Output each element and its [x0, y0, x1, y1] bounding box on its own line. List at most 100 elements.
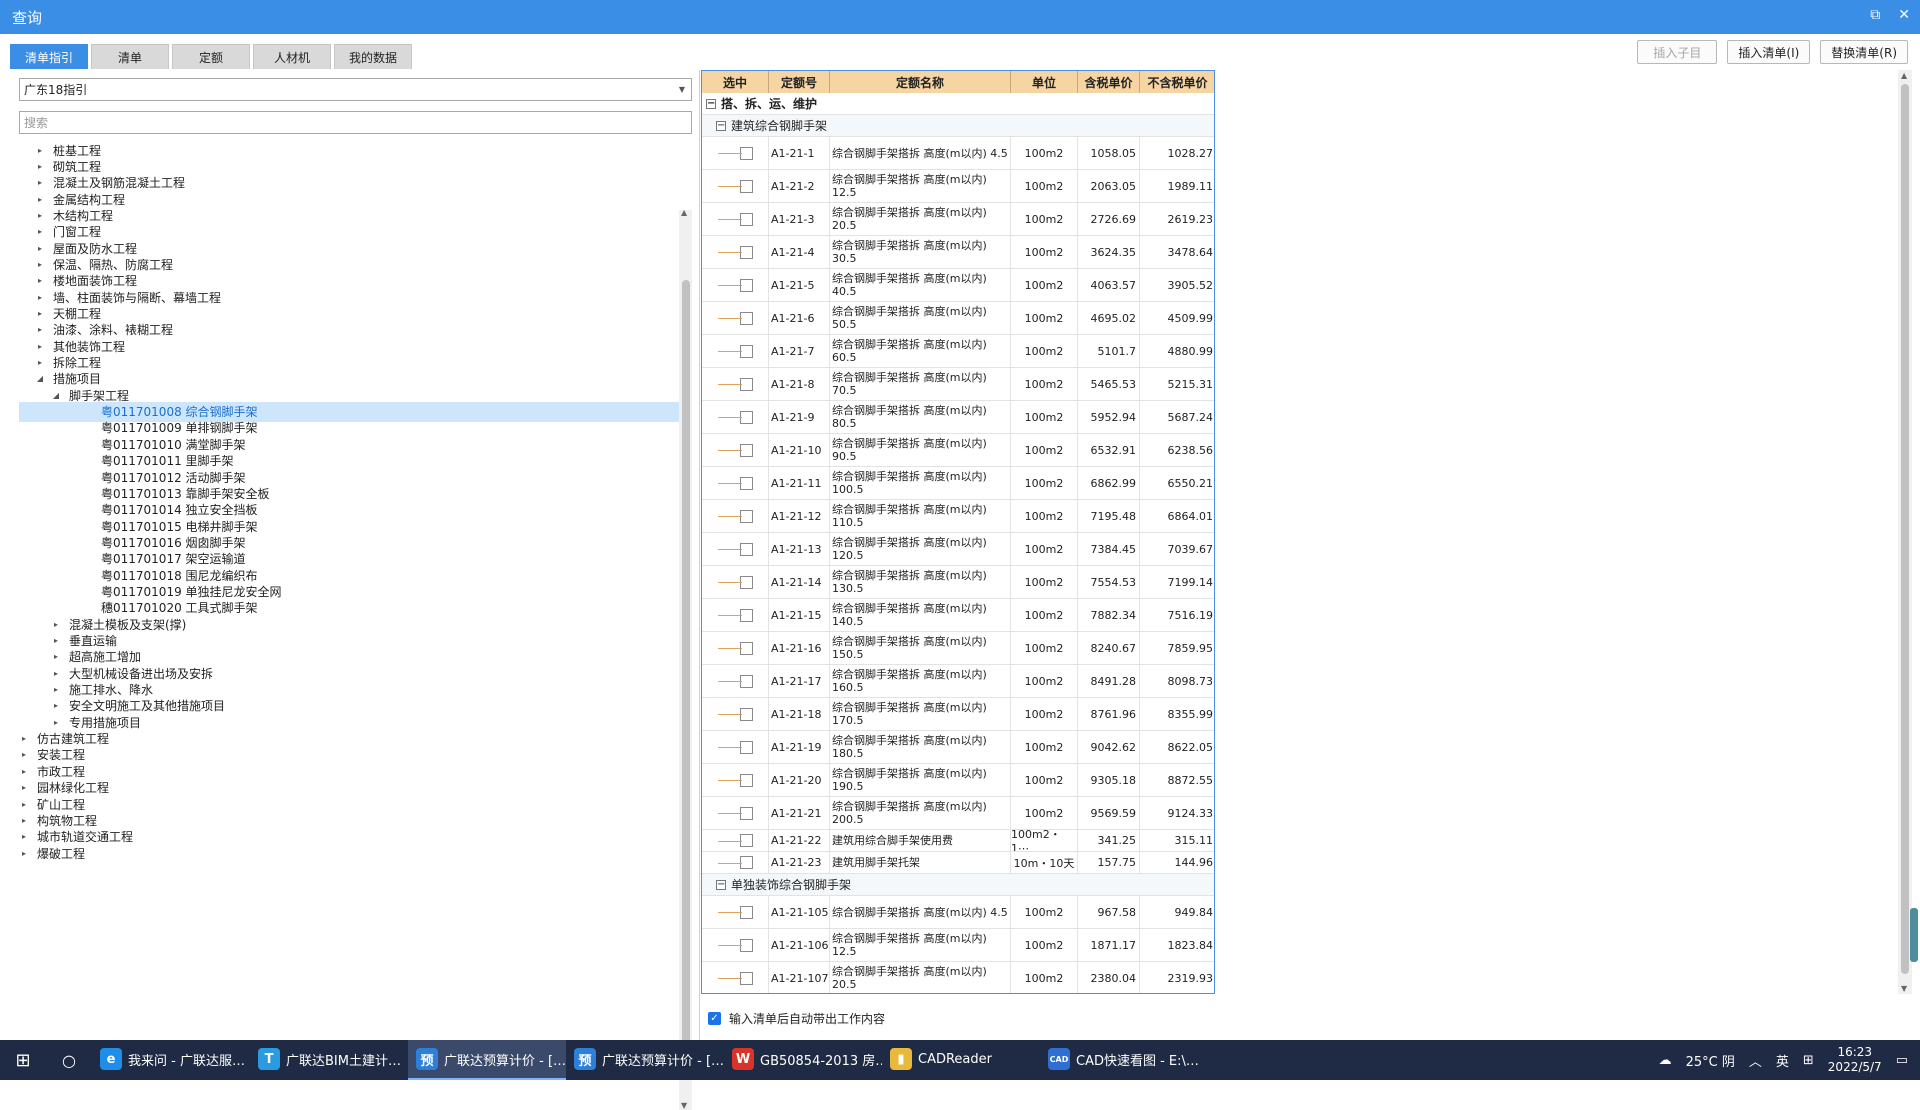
expand-arrow-icon[interactable]: ▸	[51, 620, 61, 629]
taskbar-app[interactable]: 预广联达预算计价 - […	[566, 1040, 724, 1080]
taskbar-app[interactable]: e 我来问 - 广联达服…	[92, 1040, 250, 1080]
table-row[interactable]: A1-21-1 综合钢脚手架搭拆 高度(m以内) 4.5 100m2 1058.05 1…	[702, 137, 1214, 170]
taskbar-app[interactable]: ▮ CADReader	[882, 1040, 1040, 1080]
group-row[interactable]: − 建筑综合钢脚手架	[702, 115, 1214, 137]
expand-arrow-icon[interactable]: ▸	[51, 652, 61, 661]
guide-dropdown[interactable]: 广东18指引 ▼	[19, 78, 692, 101]
expand-arrow-icon[interactable]: ▸	[19, 734, 29, 743]
scroll-up-icon[interactable]: ▲	[681, 208, 687, 217]
search-icon[interactable]: ○	[46, 1040, 92, 1080]
expand-arrow-icon[interactable]: ▸	[19, 816, 29, 825]
table-row[interactable]: A1-21-107 综合钢脚手架搭拆 高度(m以内) 20.5 100m2 2380.…	[702, 962, 1214, 993]
collapse-icon[interactable]: −	[716, 120, 726, 131]
expand-arrow-icon[interactable]: ▸	[51, 718, 61, 727]
column-header[interactable]: 单位	[1011, 71, 1078, 93]
taskbar-app[interactable]: CAD CAD快速看图 - E:\…	[1040, 1040, 1198, 1080]
table-row[interactable]: A1-21-23 建筑用脚手架托架 10m・10天 157.75 144.96	[702, 852, 1214, 874]
table-row[interactable]: A1-21-106 综合钢脚手架搭拆 高度(m以内) 12.5 100m2 1871.…	[702, 929, 1214, 962]
expand-arrow-icon[interactable]: ◢	[35, 374, 45, 383]
table-row[interactable]: A1-21-9 综合钢脚手架搭拆 高度(m以内) 80.5 100m2 5952.94…	[702, 401, 1214, 434]
table-row[interactable]: A1-21-7 综合钢脚手架搭拆 高度(m以内) 60.5 100m2 5101.7 4…	[702, 335, 1214, 368]
tab-0[interactable]: 清单指引	[10, 44, 88, 69]
expand-arrow-icon[interactable]: ▸	[35, 146, 45, 155]
table-row[interactable]: A1-21-12 综合钢脚手架搭拆 高度(m以内) 110.5 100m2 7195.…	[702, 500, 1214, 533]
taskbar-app[interactable]: T 广联达BIM土建计…	[250, 1040, 408, 1080]
expand-arrow-icon[interactable]: ▸	[35, 276, 45, 285]
column-header[interactable]: 不含税单价	[1140, 71, 1214, 93]
grid-scrollbar[interactable]: ▲ ▼	[1898, 70, 1912, 994]
expand-arrow-icon[interactable]: ▸	[19, 783, 29, 792]
column-header[interactable]: 选中	[702, 71, 769, 93]
expand-arrow-icon[interactable]: ▸	[35, 309, 45, 318]
tree-scrollbar[interactable]: ▲ ▼	[679, 208, 692, 1110]
restore-icon[interactable]: ⧉	[1870, 7, 1880, 23]
table-row[interactable]: A1-21-105 综合钢脚手架搭拆 高度(m以内) 4.5 100m2 967.58…	[702, 896, 1214, 929]
chevron-up-icon[interactable]: ︿	[1749, 1051, 1762, 1070]
table-row[interactable]: A1-21-20 综合钢脚手架搭拆 高度(m以内) 190.5 100m2 9305.…	[702, 764, 1214, 797]
expand-arrow-icon[interactable]: ▸	[35, 325, 45, 334]
cloud-icon[interactable]: ☁	[1659, 1053, 1672, 1068]
replace-list-button[interactable]: 替换清单(R)	[1820, 40, 1908, 64]
insert-list-button[interactable]: 插入清单(I)	[1727, 40, 1811, 64]
table-row[interactable]: A1-21-8 综合钢脚手架搭拆 高度(m以内) 70.5 100m2 5465.53…	[702, 368, 1214, 401]
taskbar-app[interactable]: W GB50854-2013 房…	[724, 1040, 882, 1080]
expand-arrow-icon[interactable]: ▸	[35, 162, 45, 171]
notification-icon[interactable]: ▭	[1896, 1053, 1908, 1068]
group-row[interactable]: − 搭、拆、运、维护	[702, 93, 1214, 115]
keyboard-grid-icon[interactable]: ⊞	[1803, 1053, 1814, 1068]
tree-node[interactable]: ▸ 爆破工程	[19, 843, 679, 863]
table-row[interactable]: A1-21-3 综合钢脚手架搭拆 高度(m以内) 20.5 100m2 2726.69…	[702, 203, 1214, 236]
expand-arrow-icon[interactable]: ▸	[35, 358, 45, 367]
side-panel-handle[interactable]	[1910, 908, 1918, 962]
expand-arrow-icon[interactable]: ▸	[35, 227, 45, 236]
expand-arrow-icon[interactable]: ▸	[35, 293, 45, 302]
scroll-down-icon[interactable]: ▼	[681, 1101, 687, 1110]
weather-text[interactable]: 25°C 阴	[1686, 1051, 1735, 1070]
expand-arrow-icon[interactable]: ◢	[51, 391, 61, 400]
windows-start-icon[interactable]: ⊞	[0, 1040, 46, 1080]
expand-arrow-icon[interactable]: ▸	[51, 685, 61, 694]
checkmark-icon[interactable]: ✓	[708, 1012, 721, 1025]
expand-arrow-icon[interactable]: ▸	[35, 195, 45, 204]
collapse-icon[interactable]: −	[706, 98, 716, 109]
expand-arrow-icon[interactable]: ▸	[19, 800, 29, 809]
taskbar-app[interactable]: 预广联达预算计价 - […	[408, 1040, 566, 1080]
table-row[interactable]: A1-21-16 综合钢脚手架搭拆 高度(m以内) 150.5 100m2 8240.…	[702, 632, 1214, 665]
column-header[interactable]: 含税单价	[1078, 71, 1140, 93]
expand-arrow-icon[interactable]: ▸	[19, 849, 29, 858]
table-row[interactable]: A1-21-21 综合钢脚手架搭拆 高度(m以内) 200.5 100m2 9569.…	[702, 797, 1214, 830]
table-row[interactable]: A1-21-5 综合钢脚手架搭拆 高度(m以内) 40.5 100m2 4063.57…	[702, 269, 1214, 302]
expand-arrow-icon[interactable]: ▸	[19, 750, 29, 759]
table-row[interactable]: A1-21-19 综合钢脚手架搭拆 高度(m以内) 180.5 100m2 9042.…	[702, 731, 1214, 764]
table-row[interactable]: A1-21-10 综合钢脚手架搭拆 高度(m以内) 90.5 100m2 6532.9…	[702, 434, 1214, 467]
collapse-icon[interactable]: −	[716, 879, 726, 890]
column-header[interactable]: 定额名称	[830, 71, 1011, 93]
expand-arrow-icon[interactable]: ▸	[51, 636, 61, 645]
expand-arrow-icon[interactable]: ▸	[35, 260, 45, 269]
table-row[interactable]: A1-21-15 综合钢脚手架搭拆 高度(m以内) 140.5 100m2 7882.…	[702, 599, 1214, 632]
expand-arrow-icon[interactable]: ▸	[51, 701, 61, 710]
column-header[interactable]: 定额号	[769, 71, 830, 93]
table-row[interactable]: A1-21-2 综合钢脚手架搭拆 高度(m以内) 12.5 100m2 2063.05…	[702, 170, 1214, 203]
tab-2[interactable]: 定额	[172, 44, 250, 69]
scroll-up-icon[interactable]: ▲	[1901, 71, 1907, 80]
expand-arrow-icon[interactable]: ▸	[19, 832, 29, 841]
auto-content-checkbox[interactable]: ✓ 输入清单后自动带出工作内容	[708, 1010, 885, 1027]
insert-child-button[interactable]: 插入子目	[1637, 40, 1718, 64]
ime-indicator[interactable]: 英	[1776, 1051, 1789, 1070]
expand-arrow-icon[interactable]: ▸	[51, 669, 61, 678]
table-row[interactable]: A1-21-17 综合钢脚手架搭拆 高度(m以内) 160.5 100m2 8491.…	[702, 665, 1214, 698]
tab-1[interactable]: 清单	[91, 44, 169, 69]
scroll-thumb[interactable]	[682, 280, 690, 1080]
search-input[interactable]	[19, 111, 692, 134]
tab-3[interactable]: 人材机	[253, 44, 331, 69]
table-row[interactable]: A1-21-22 建筑用综合脚手架使用费 100m2・1⋯ 341.25 315.11	[702, 830, 1214, 852]
scroll-thumb[interactable]	[1901, 84, 1909, 974]
table-row[interactable]: A1-21-18 综合钢脚手架搭拆 高度(m以内) 170.5 100m2 8761.…	[702, 698, 1214, 731]
table-row[interactable]: A1-21-6 综合钢脚手架搭拆 高度(m以内) 50.5 100m2 4695.02…	[702, 302, 1214, 335]
clock[interactable]: 16:23 2022/5/7	[1828, 1045, 1882, 1075]
expand-arrow-icon[interactable]: ▸	[35, 178, 45, 187]
expand-arrow-icon[interactable]: ▸	[19, 767, 29, 776]
table-row[interactable]: A1-21-13 综合钢脚手架搭拆 高度(m以内) 120.5 100m2 7384.…	[702, 533, 1214, 566]
group-row[interactable]: − 单独装饰综合钢脚手架	[702, 874, 1214, 896]
